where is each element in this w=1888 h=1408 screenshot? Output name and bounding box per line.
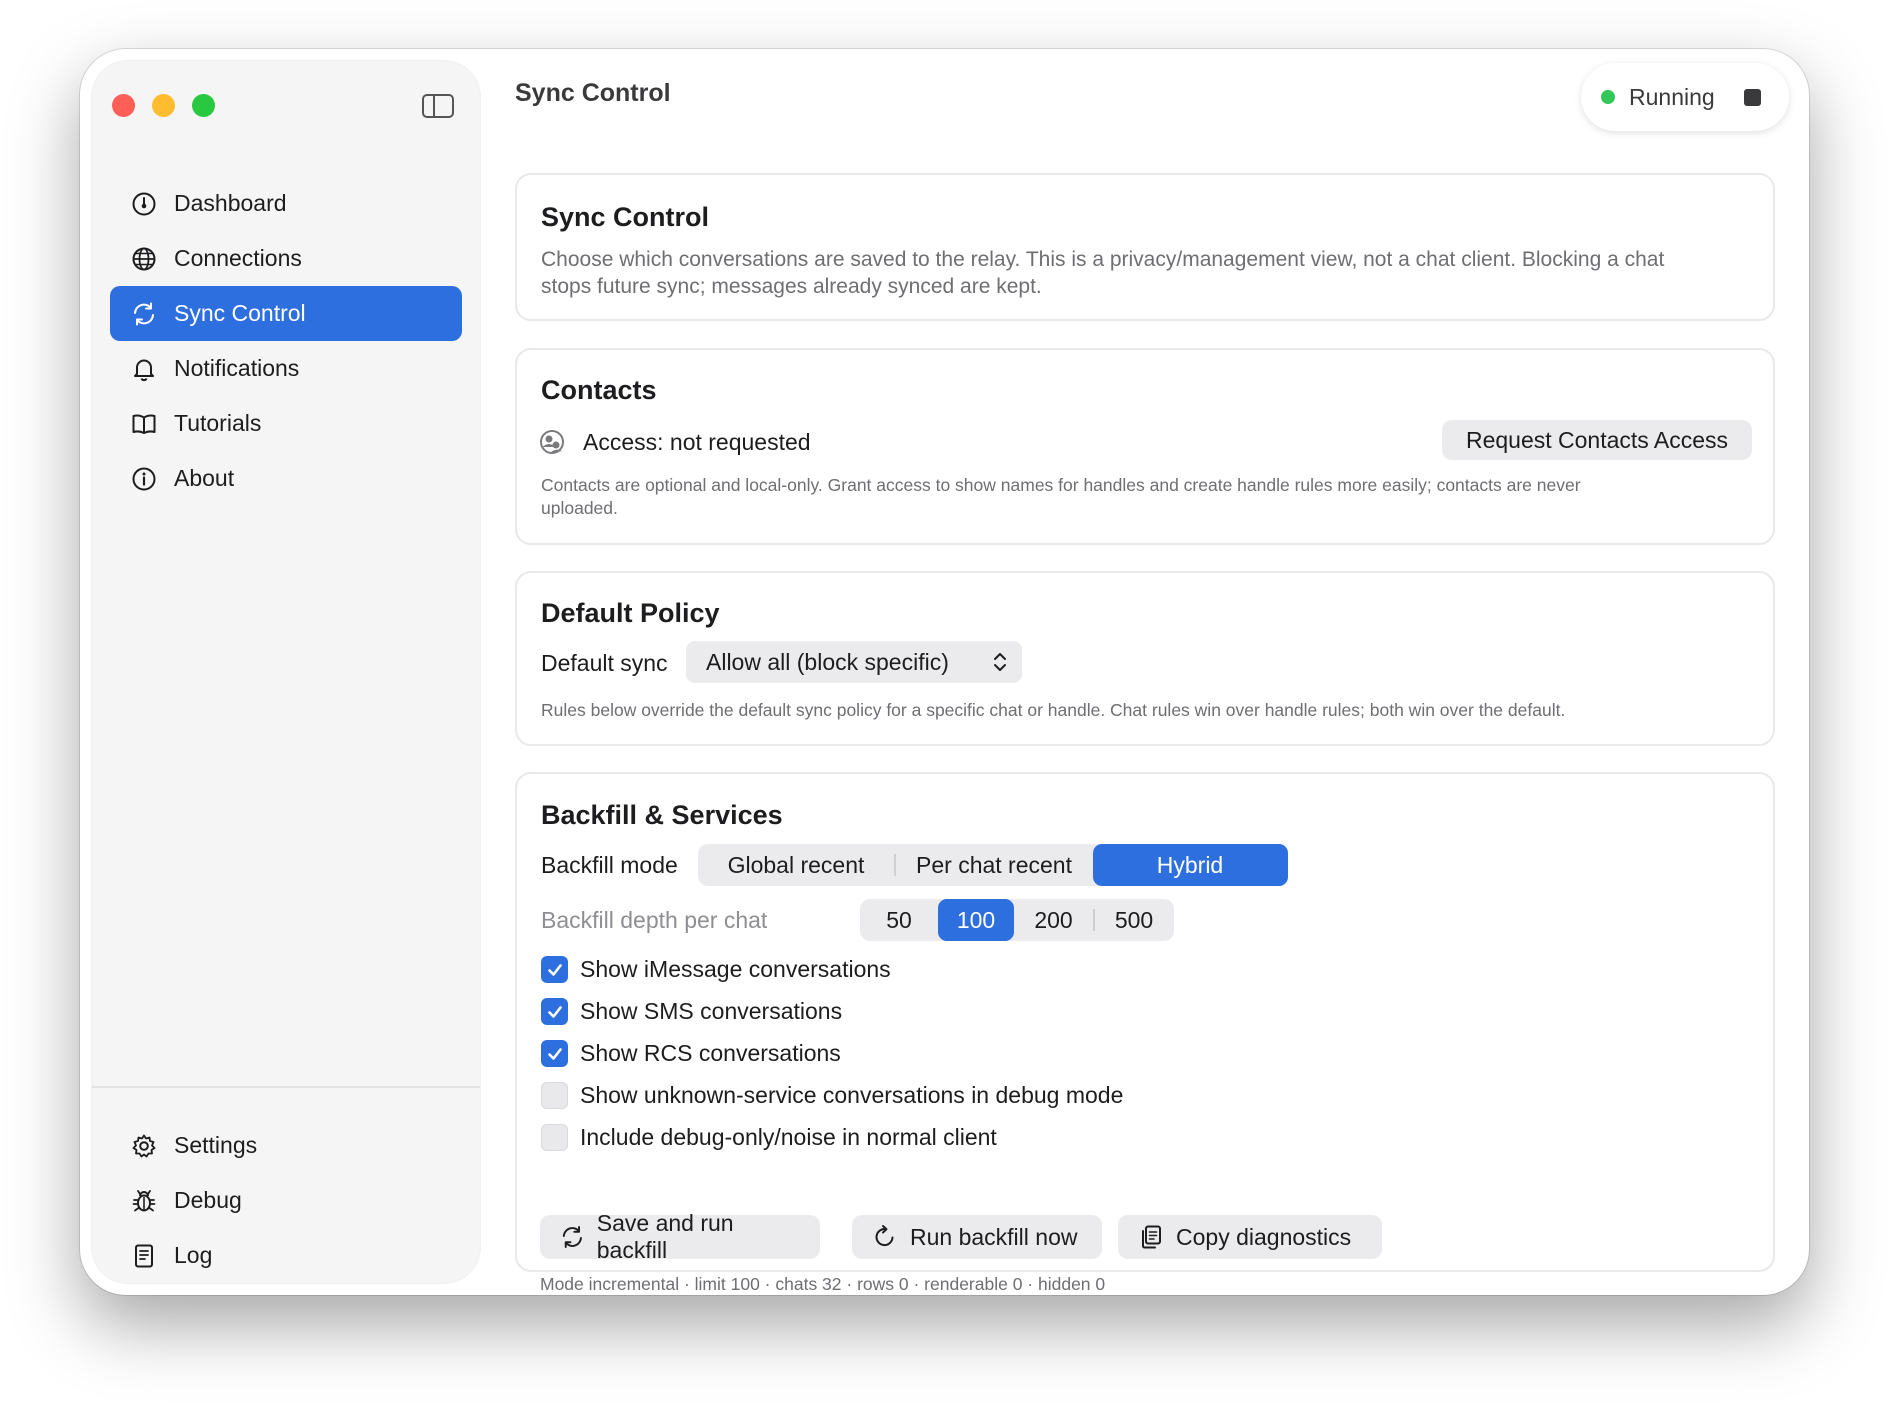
- sidebar-item-label: Log: [174, 1242, 213, 1268]
- sidebar-bottom-nav: Settings Debug Log: [110, 1118, 462, 1283]
- sidebar-item-label: Notifications: [174, 355, 300, 381]
- sidebar-item-label: Connections: [174, 245, 302, 271]
- checkbox-checked[interactable]: [541, 998, 568, 1025]
- contacts-access-label: Access: not requested: [583, 428, 811, 455]
- checkbox-checked[interactable]: [541, 1040, 568, 1067]
- contacts-title: Contacts: [541, 375, 657, 405]
- backfill-status-line: Mode incremental · limit 100 · chats 32 …: [540, 1274, 1106, 1294]
- option-imessage[interactable]: Show iMessage conversations: [541, 956, 891, 983]
- sidebar-item-label: Dashboard: [174, 190, 287, 216]
- default-sync-select[interactable]: Allow all (block specific): [686, 641, 1022, 683]
- sidebar-item-tutorials[interactable]: Tutorials: [110, 396, 462, 451]
- checkbox-checked[interactable]: [541, 956, 568, 983]
- depth-200[interactable]: 200: [1014, 899, 1093, 941]
- default-policy-title: Default Policy: [541, 598, 720, 628]
- sidebar-item-label: Tutorials: [174, 410, 262, 436]
- default-sync-value: Allow all (block specific): [706, 648, 949, 675]
- button-label: Run backfill now: [910, 1223, 1078, 1250]
- depth-100[interactable]: 100: [938, 899, 1014, 941]
- button-label: Save and run backfill: [596, 1210, 734, 1263]
- gear-icon: [130, 1132, 158, 1160]
- status-dot-icon: [1601, 90, 1615, 104]
- stop-icon[interactable]: [1744, 88, 1761, 106]
- backfill-title: Backfill & Services: [541, 800, 783, 830]
- save-and-run-backfill-button[interactable]: Save and run backfill: [540, 1210, 820, 1263]
- mode-hybrid[interactable]: Hybrid: [1092, 844, 1288, 886]
- bell-icon: [130, 355, 158, 383]
- intro-card: Sync Control Choose which conversations …: [515, 173, 1775, 321]
- sync-icon: [562, 1226, 582, 1248]
- sidebar-item-notifications[interactable]: Notifications: [110, 341, 462, 396]
- sidebar-item-connections[interactable]: Connections: [110, 231, 462, 286]
- option-label: Include debug-only/noise in normal clien…: [580, 1124, 997, 1150]
- sidebar-item-dashboard[interactable]: Dashboard: [110, 176, 462, 231]
- sidebar-item-label: Debug: [174, 1187, 242, 1213]
- copy-docs-icon: [1142, 1225, 1161, 1249]
- sidebar-item-log[interactable]: Log: [110, 1228, 462, 1283]
- option-debug-noise[interactable]: Include debug-only/noise in normal clien…: [541, 1124, 997, 1151]
- intro-title: Sync Control: [541, 202, 710, 232]
- status-badge: Running: [1581, 63, 1789, 131]
- option-label: Show RCS conversations: [580, 1040, 841, 1066]
- request-contacts-access-button[interactable]: Request Contacts Access: [1442, 420, 1752, 460]
- book-icon: [130, 410, 158, 438]
- default-policy-note: Rules below override the default sync po…: [541, 700, 1566, 720]
- page-title: Sync Control: [515, 79, 671, 107]
- sidebar-item-label: About: [174, 465, 235, 491]
- checkbox-unchecked[interactable]: [541, 1082, 568, 1109]
- info-icon: [130, 465, 158, 493]
- mode-per-chat-recent[interactable]: Per chat recent: [896, 844, 1093, 886]
- sidebar-item-settings[interactable]: Settings: [110, 1118, 462, 1173]
- option-label: Show iMessage conversations: [580, 956, 891, 982]
- checkbox-unchecked[interactable]: [541, 1124, 568, 1151]
- sidebar-item-label: Sync Control: [174, 300, 306, 326]
- sidebar: Dashboard Connections Sync Control Notif…: [92, 61, 480, 1283]
- depth-50[interactable]: 50: [860, 899, 938, 941]
- option-sms[interactable]: Show SMS conversations: [541, 998, 842, 1025]
- option-rcs[interactable]: Show RCS conversations: [541, 1040, 841, 1067]
- backfill-mode-segmented: Global recent Per chat recent Hybrid: [698, 844, 1288, 886]
- backfill-depth-label: Backfill depth per chat: [541, 907, 768, 933]
- bug-icon: [130, 1187, 158, 1215]
- button-label: Copy diagnostics: [1176, 1223, 1352, 1250]
- zoom-window-button[interactable]: [192, 94, 215, 117]
- option-label: Show SMS conversations: [580, 998, 843, 1024]
- sidebar-toggle-icon[interactable]: [422, 94, 454, 118]
- sidebar-item-about[interactable]: About: [110, 451, 462, 506]
- sidebar-item-debug[interactable]: Debug: [110, 1173, 462, 1228]
- sidebar-item-label: Settings: [174, 1132, 258, 1158]
- chevron-updown-icon: [992, 651, 1008, 673]
- option-unknown-service[interactable]: Show unknown-service conversations in de…: [541, 1082, 1123, 1109]
- option-label: Show unknown-service conversations in de…: [580, 1082, 1124, 1108]
- backfill-depth-segmented: 50 100 200 500: [860, 899, 1174, 941]
- run-backfill-now-button[interactable]: Run backfill now: [852, 1215, 1102, 1259]
- app-window: Dashboard Connections Sync Control Notif…: [80, 49, 1809, 1295]
- document-icon: [130, 1242, 158, 1270]
- backfill-mode-label: Backfill mode: [541, 852, 678, 878]
- mode-global-recent[interactable]: Global recent: [698, 844, 894, 886]
- globe-icon: [130, 245, 158, 273]
- default-policy-card: Default Policy Default sync Allow all (b…: [515, 571, 1775, 746]
- default-sync-label: Default sync: [541, 650, 668, 676]
- person-circle-icon: [538, 428, 566, 456]
- close-window-button[interactable]: [112, 94, 135, 117]
- minimize-window-button[interactable]: [152, 94, 175, 117]
- sidebar-divider: [92, 1086, 480, 1088]
- refresh-icon: [875, 1225, 894, 1247]
- backfill-card: Backfill & Services Backfill mode Global…: [515, 772, 1775, 1272]
- sidebar-nav: Dashboard Connections Sync Control Notif…: [110, 176, 462, 506]
- intro-description: Choose which conversations are saved to …: [541, 248, 1665, 298]
- contacts-access-row: Access: not requested: [538, 428, 811, 456]
- gauge-icon: [130, 190, 158, 218]
- contacts-card: Contacts Access: not requested Request C…: [515, 348, 1775, 545]
- depth-500[interactable]: 500: [1095, 899, 1174, 941]
- contacts-note: Contacts are optional and local-only. Gr…: [541, 475, 1581, 518]
- status-label: Running: [1629, 83, 1715, 110]
- sidebar-item-sync-control[interactable]: Sync Control: [110, 286, 462, 341]
- sync-icon: [130, 300, 158, 328]
- copy-diagnostics-button[interactable]: Copy diagnostics: [1118, 1215, 1382, 1259]
